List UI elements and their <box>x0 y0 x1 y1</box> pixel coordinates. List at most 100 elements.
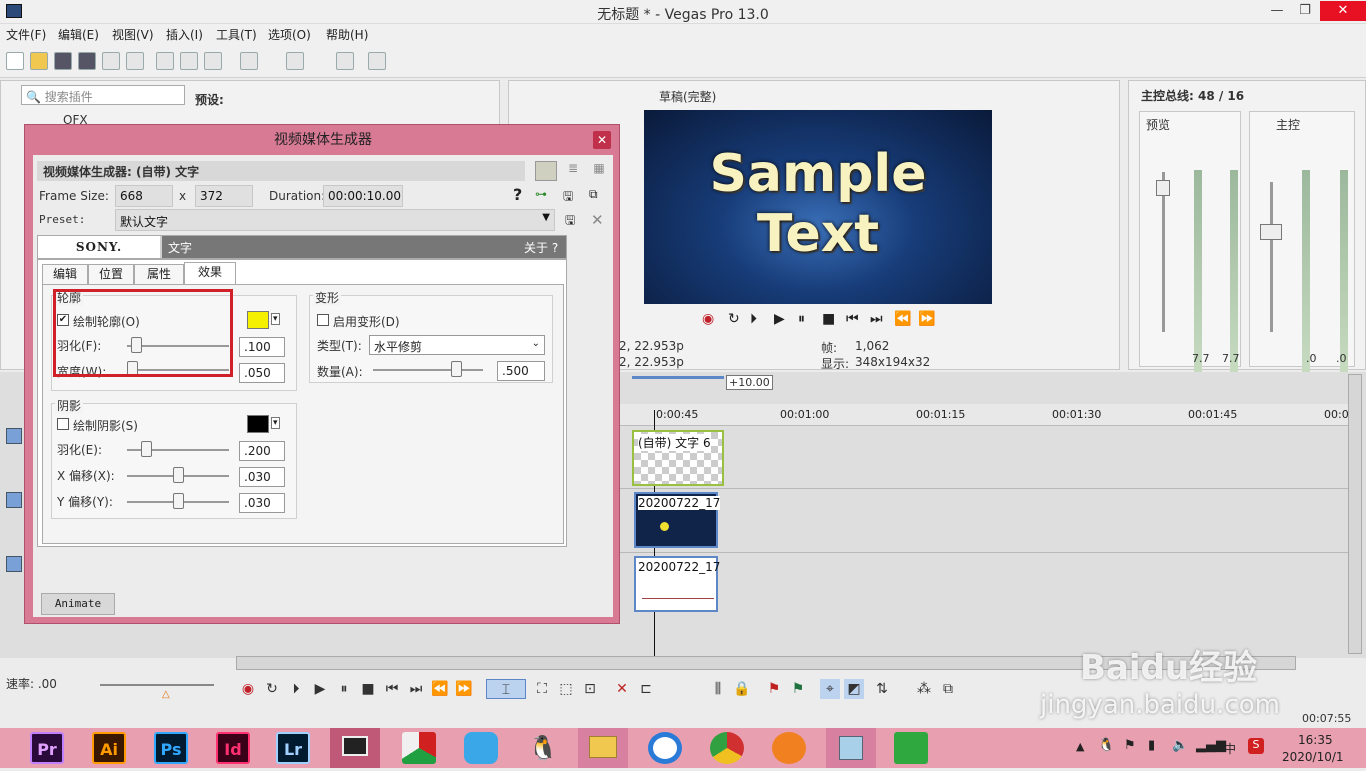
rewind-icon[interactable]: ⏪ <box>894 311 911 327</box>
save-icon[interactable]: 🖫 <box>565 211 575 232</box>
tray-ime[interactable]: 中 <box>1224 740 1236 757</box>
duration-input[interactable]: 00:00:10.00 <box>323 185 403 207</box>
delete-preset-icon[interactable]: ✕ <box>591 211 604 229</box>
help-icon[interactable] <box>368 52 386 70</box>
save-icon[interactable] <box>54 52 72 70</box>
amount-slider[interactable] <box>373 369 483 371</box>
outline-color-swatch[interactable] <box>247 311 269 329</box>
save-preset-icon[interactable]: 🖫 <box>563 187 573 208</box>
chevron-down-icon[interactable]: ▾ <box>271 417 280 429</box>
fast-forward-icon[interactable]: ⏩ <box>454 679 474 699</box>
shadow-y-input[interactable]: .030 <box>239 493 285 513</box>
pause-icon[interactable]: ⏸ <box>334 679 354 699</box>
clock-date[interactable]: 2020/10/1 <box>1282 750 1344 764</box>
app-icon-pinwheel[interactable] <box>402 732 436 764</box>
shadow-x-input[interactable]: .030 <box>239 467 285 487</box>
file-explorer-icon[interactable] <box>578 728 628 768</box>
fast-forward-icon[interactable]: ⏩ <box>918 311 935 327</box>
zoom-tool-icon[interactable]: ⊡ <box>580 679 600 699</box>
maximize-button[interactable]: ❐ <box>1290 1 1320 21</box>
tray-battery-icon[interactable]: ▮ <box>1148 738 1155 753</box>
shadow-feather-input[interactable]: .200 <box>239 441 285 461</box>
play-from-start-icon[interactable]: ⏵ <box>286 679 306 699</box>
next-icon[interactable]: ⏭ <box>406 679 426 699</box>
cut-icon[interactable] <box>156 52 174 70</box>
vegas-app-icon[interactable] <box>330 728 380 768</box>
preset-select[interactable]: 默认文字 ▼ <box>115 209 555 231</box>
trim-icon[interactable]: ⊏ <box>636 679 656 699</box>
tray-up-arrow-icon[interactable]: ▲ <box>1076 740 1084 753</box>
view-mode-icon[interactable] <box>535 161 557 181</box>
clock-time[interactable]: 16:35 <box>1298 733 1333 747</box>
stop-icon[interactable]: ■ <box>822 311 835 327</box>
crossfade-icon[interactable]: ⧉ <box>938 679 958 699</box>
play-icon[interactable]: ▶ <box>310 679 330 699</box>
lock-envelopes-icon[interactable]: ⇅ <box>872 679 892 699</box>
previous-icon[interactable]: ⏮ <box>846 311 859 327</box>
copy-preset-icon[interactable]: ⧉ <box>589 187 598 202</box>
tray-flag-icon[interactable]: ⚑ <box>1124 738 1136 753</box>
copy-icon[interactable] <box>180 52 198 70</box>
premiere-app-icon[interactable]: Pr <box>30 732 64 764</box>
tray-sogou-icon[interactable]: S <box>1248 738 1264 754</box>
record-icon[interactable]: ◉ <box>238 679 258 699</box>
preview-fader[interactable] <box>1156 180 1170 196</box>
envelope-tool-icon[interactable]: ⛶ <box>532 679 552 699</box>
shadow-x-thumb[interactable] <box>173 467 184 483</box>
tab-edit[interactable]: 编辑 <box>42 264 88 284</box>
edit-tool-icon[interactable]: ⌶ <box>486 679 526 699</box>
next-icon[interactable]: ⏭ <box>870 311 883 327</box>
selection-tool-icon[interactable]: ⬚ <box>556 679 576 699</box>
indesign-app-icon[interactable]: Id <box>216 732 250 764</box>
chevron-down-icon[interactable]: ▾ <box>271 313 280 325</box>
timeline-clip-text[interactable]: (自带) 文字 6 <box>632 430 724 486</box>
pause-icon[interactable]: ⏸ <box>798 311 805 327</box>
photoshop-app-icon[interactable]: Ps <box>154 732 188 764</box>
menu-insert[interactable]: 插入(I) <box>166 26 203 43</box>
grid-view-icon[interactable]: ▦ <box>589 161 609 181</box>
browser-icon-blue[interactable] <box>648 732 682 764</box>
previous-icon[interactable]: ⏮ <box>382 679 402 699</box>
tray-volume-icon[interactable]: 🔈 <box>1172 738 1188 753</box>
paste-icon[interactable] <box>204 52 222 70</box>
app-icon-orange[interactable] <box>772 732 806 764</box>
open-icon[interactable] <box>30 52 48 70</box>
play-icon[interactable]: ▶ <box>774 311 785 327</box>
timeline-clip-video-2[interactable]: 20200722_17 <box>634 556 720 612</box>
play-from-start-icon[interactable]: ⏵ <box>750 311 757 327</box>
menu-view[interactable]: 视图(V) <box>112 26 154 43</box>
plugin-search-input[interactable]: 🔍 搜索插件 <box>21 85 185 105</box>
loop-icon[interactable]: ↻ <box>728 311 740 327</box>
shadow-feather-thumb[interactable] <box>141 441 152 457</box>
app-icon-green[interactable] <box>894 732 928 764</box>
track-header-button[interactable] <box>6 556 22 572</box>
timeline-vscrollbar[interactable] <box>1348 374 1362 654</box>
new-icon[interactable] <box>6 52 24 70</box>
tray-qq-icon[interactable]: 🐧 <box>1098 738 1114 753</box>
tray-network-icon[interactable]: ▂▄▆ <box>1196 738 1226 753</box>
chrome-icon[interactable] <box>710 732 744 764</box>
menu-edit[interactable]: 编辑(E) <box>58 26 99 43</box>
minimize-button[interactable]: — <box>1262 1 1292 21</box>
save-as-icon[interactable] <box>78 52 96 70</box>
outline-feather-input[interactable]: .100 <box>239 337 285 357</box>
illustrator-app-icon[interactable]: Ai <box>92 732 126 764</box>
rate-slider[interactable] <box>100 684 214 686</box>
frame-height-input[interactable]: 372 <box>195 185 253 207</box>
track-header-button[interactable] <box>6 428 22 444</box>
qq-icon[interactable]: 🐧 <box>526 732 560 764</box>
master-fader[interactable] <box>1260 224 1282 240</box>
group-icon[interactable]: ⁂ <box>914 679 934 699</box>
app-icon-bird[interactable] <box>464 732 498 764</box>
stop-icon[interactable]: ■ <box>358 679 378 699</box>
timeline-clip-video-1[interactable]: 20200722_17 <box>634 492 721 548</box>
tab-position[interactable]: 位置 <box>88 264 134 284</box>
deform-checkbox[interactable] <box>317 314 329 326</box>
animate-button[interactable]: Animate <box>41 593 115 615</box>
tab-properties[interactable]: 属性 <box>134 264 184 284</box>
lock-icon[interactable]: 🔒 <box>732 679 752 699</box>
list-view-icon[interactable]: ≣ <box>563 161 583 181</box>
shadow-color-swatch[interactable] <box>247 415 269 433</box>
snap-icon[interactable]: ⌖ <box>820 679 840 699</box>
help-icon[interactable]: ? <box>513 185 522 204</box>
